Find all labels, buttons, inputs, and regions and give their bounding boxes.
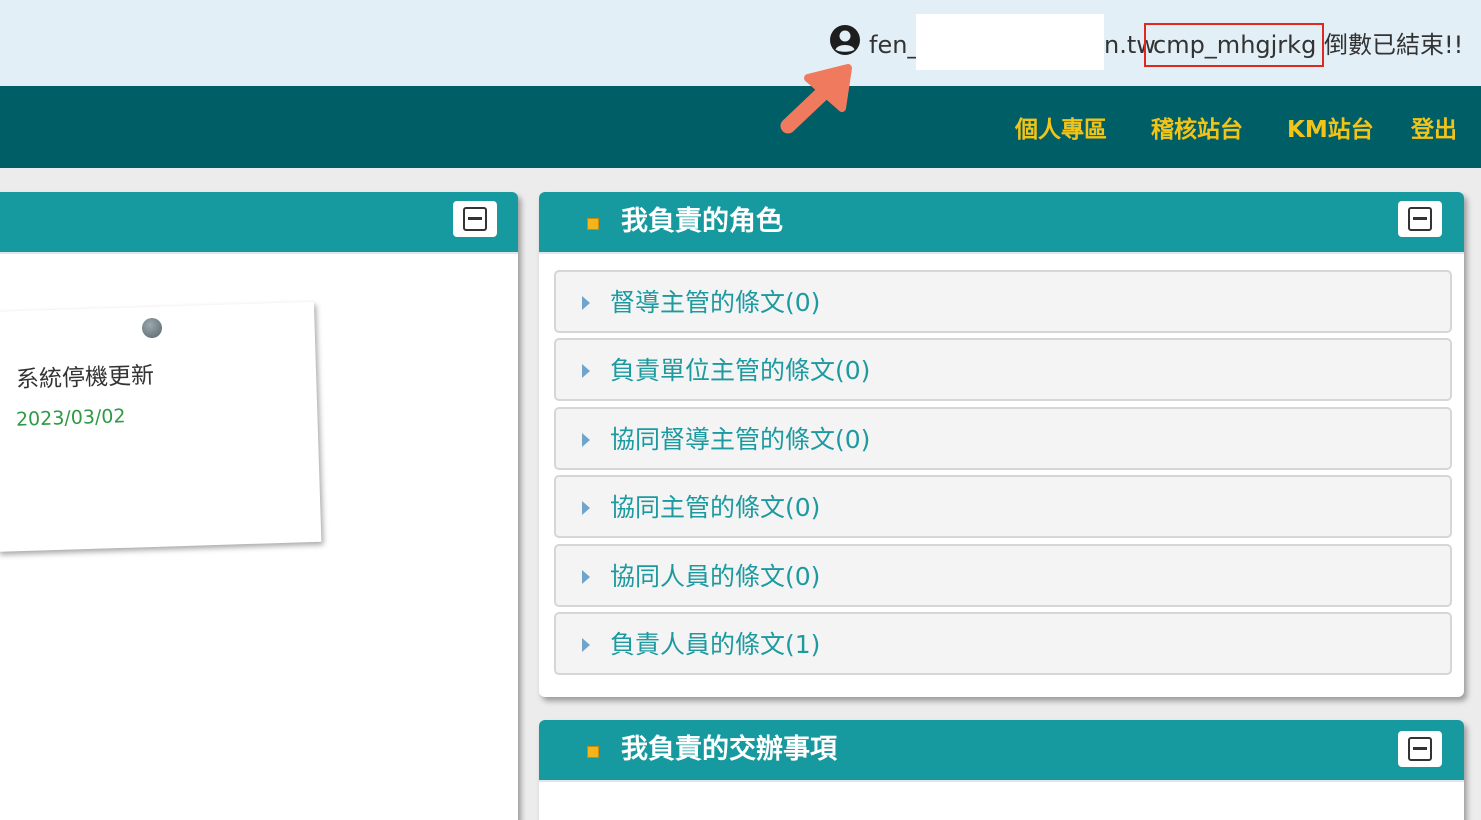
annotation-arrow-icon: [780, 64, 852, 134]
username-prefix: fen_: [869, 31, 920, 59]
role-item-label: 督導主管的條文(0): [610, 288, 821, 317]
square-bullet-icon: [587, 218, 599, 230]
collapse-announcement-button[interactable]: [453, 201, 497, 237]
role-item-co-staff[interactable]: 協同人員的條文(0): [554, 544, 1452, 607]
role-item-responsible-staff[interactable]: 負責人員的條文(1): [554, 612, 1452, 675]
role-item-label: 負責人員的條文(1): [610, 630, 821, 659]
note-title[interactable]: 系統停機更新: [16, 362, 155, 394]
tasks-panel-header: 我負責的交辦事項: [539, 720, 1464, 782]
square-bullet-icon: [587, 746, 599, 758]
user-circle-icon: [830, 25, 860, 55]
minus-square-icon: [463, 207, 487, 231]
role-item-supervisor[interactable]: 督導主管的條文(0): [554, 270, 1452, 333]
nav-logout[interactable]: 登出: [1411, 116, 1457, 144]
minus-square-icon: [1408, 737, 1432, 761]
nav-personal-area[interactable]: 個人專區: [1015, 116, 1107, 144]
countdown-status: 倒數已結束!!: [1324, 31, 1464, 59]
roles-panel-title: 我負責的角色: [621, 206, 783, 237]
role-item-label: 負責單位主管的條文(0): [610, 356, 871, 385]
role-item-label: 協同督導主管的條文(0): [610, 425, 871, 454]
caret-right-icon: [582, 570, 590, 584]
redacted-username: [916, 14, 1104, 70]
collapse-tasks-button[interactable]: [1398, 731, 1442, 767]
collapse-roles-button[interactable]: [1398, 201, 1442, 237]
role-item-label: 協同主管的條文(0): [610, 493, 821, 522]
role-item-co-supervisor[interactable]: 協同督導主管的條文(0): [554, 407, 1452, 470]
tasks-panel: 我負責的交辦事項: [539, 720, 1464, 820]
session-code: cmp_mhgjrkg: [1144, 23, 1325, 67]
minus-square-icon: [1408, 207, 1432, 231]
roles-panel-header: 我負責的角色: [539, 192, 1464, 254]
nav-km-site[interactable]: KM站台: [1287, 116, 1374, 144]
note-date: 2023/03/02: [15, 405, 126, 431]
nav-audit-site[interactable]: 稽核站台: [1151, 116, 1243, 144]
role-item-co-manager[interactable]: 協同主管的條文(0): [554, 475, 1452, 538]
announcement-panel-header: [0, 192, 518, 254]
caret-right-icon: [582, 296, 590, 310]
pin-icon: [142, 318, 162, 338]
caret-right-icon: [582, 501, 590, 515]
role-item-label: 協同人員的條文(0): [610, 562, 821, 591]
roles-panel: 我負責的角色 督導主管的條文(0) 負責單位主管的條文(0) 協同督導主管的條文…: [539, 192, 1464, 697]
main-nav: [0, 86, 1481, 168]
caret-right-icon: [582, 433, 590, 447]
tasks-panel-title: 我負責的交辦事項: [621, 734, 837, 765]
role-item-unit-head[interactable]: 負責單位主管的條文(0): [554, 338, 1452, 401]
caret-right-icon: [582, 638, 590, 652]
caret-right-icon: [582, 364, 590, 378]
